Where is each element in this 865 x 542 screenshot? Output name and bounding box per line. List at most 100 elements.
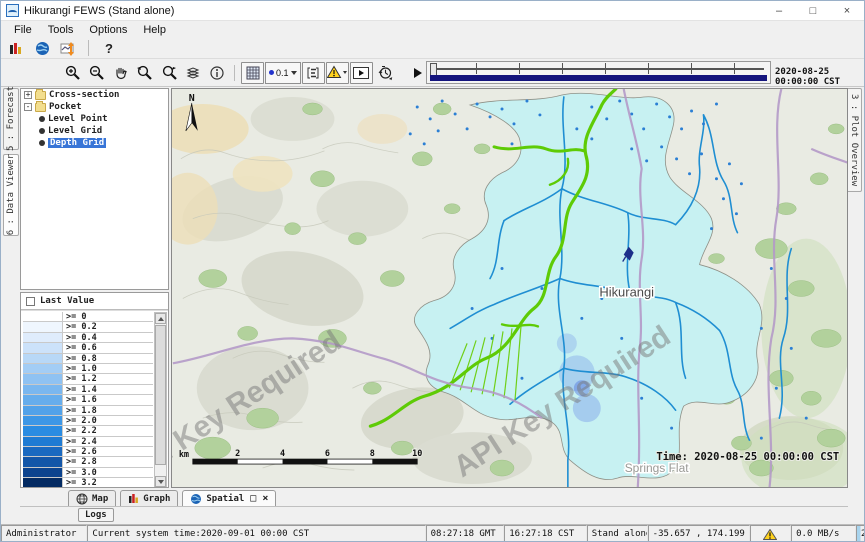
minimize-button[interactable]: –: [762, 1, 796, 20]
last-value-label: Last Value: [40, 296, 94, 306]
tab-plot-overview[interactable]: 3 : Plot Overview: [846, 88, 862, 192]
legend-row[interactable]: >= 1.6: [23, 395, 153, 405]
help-button[interactable]: ?: [98, 39, 120, 57]
tree-node-cross-section[interactable]: + Cross-section: [21, 89, 168, 101]
last-value-checkbox[interactable]: [26, 297, 35, 306]
legend-row[interactable]: >= 1.2: [23, 374, 153, 384]
svg-text:8: 8: [370, 448, 375, 458]
time-slider[interactable]: [426, 61, 771, 84]
tree-node-level-point[interactable]: Level Point: [21, 113, 168, 125]
menu-item[interactable]: Help: [136, 23, 173, 37]
maximize-button[interactable]: □: [796, 1, 830, 20]
legend-row[interactable]: >= 1.0: [23, 364, 153, 374]
time-availability-bar: [430, 75, 767, 81]
tab-graph[interactable]: Graph: [120, 490, 178, 506]
animation-settings-icon[interactable]: [374, 62, 397, 84]
tree-node-depth-grid[interactable]: Depth Grid: [21, 137, 168, 149]
toolbar-separator: [88, 40, 89, 56]
chevron-down-icon: [291, 71, 297, 75]
legend-color-swatch: [23, 322, 63, 331]
contour-interval-dropdown[interactable]: 0.1: [265, 62, 301, 84]
tab-logs[interactable]: Logs: [78, 508, 114, 522]
timeseries-display-icon[interactable]: [57, 39, 79, 57]
legend-color-scale: >= 0 >= 0.2 >= 0.4 >= 0.6 >= 0.8 >= 1.0: [23, 312, 153, 488]
tree-node-level-grid[interactable]: Level Grid: [21, 125, 168, 137]
tree-node-label[interactable]: Cross-section: [49, 90, 119, 100]
bar-chart-icon: [128, 493, 139, 504]
window-title: Hikurangi FEWS (Stand alone): [24, 5, 174, 17]
zoom-next-icon[interactable]: [157, 62, 180, 84]
tree-node-label-selected[interactable]: Depth Grid: [48, 138, 106, 148]
tab-data-viewer[interactable]: 6 : Data Viewer: [3, 154, 19, 236]
app-logo-icon: [6, 4, 19, 17]
labels-toggle-button[interactable]: [302, 62, 325, 84]
layers-icon[interactable]: [181, 62, 204, 84]
legend-row[interactable]: >= 2.2: [23, 426, 153, 436]
legend-row[interactable]: >= 2.6: [23, 447, 153, 457]
pan-hand-icon[interactable]: [109, 62, 132, 84]
svg-text:4: 4: [280, 448, 285, 458]
legend-threshold-label: >= 1.0: [63, 364, 153, 373]
legend-body: >= 0 >= 0.2 >= 0.4 >= 0.6 >= 0.8 >= 1.0: [21, 310, 168, 488]
legend-threshold-label: >= 2.4: [63, 437, 153, 446]
legend-row[interactable]: >= 0.8: [23, 354, 153, 364]
thresholds-warning-dropdown[interactable]: [326, 62, 349, 84]
status-local-time: 16:27:18 CST: [504, 525, 587, 542]
legend-row[interactable]: >= 0: [23, 312, 153, 322]
legend-color-swatch: [23, 333, 63, 342]
grid-display-button[interactable]: [241, 62, 264, 84]
expand-icon[interactable]: +: [24, 91, 32, 99]
zoom-previous-icon[interactable]: [133, 62, 156, 84]
tree-node-pocket[interactable]: - Pocket: [21, 101, 168, 113]
bullet-icon: [39, 128, 45, 134]
legend-row[interactable]: >= 2.0: [23, 416, 153, 426]
legend-threshold-label: >= 3.0: [63, 468, 153, 477]
status-warning-cell[interactable]: [750, 525, 791, 542]
globe-icon: [190, 493, 202, 505]
info-icon[interactable]: [205, 62, 228, 84]
legend-threshold-label: >= 0.2: [63, 322, 153, 331]
interval-value: 0.1: [276, 68, 289, 78]
tab-close-icon[interactable]: ×: [262, 493, 268, 504]
tab-spatial[interactable]: Spatial □ ×: [182, 490, 276, 506]
map-time-label: Time: 2020-08-25 00:00:00 CST: [656, 451, 839, 463]
zoom-out-icon[interactable]: [85, 62, 108, 84]
legend-scrollbar[interactable]: [154, 312, 167, 488]
legend-row[interactable]: >= 0.6: [23, 343, 153, 353]
menu-item[interactable]: File: [7, 23, 39, 37]
collapse-icon[interactable]: -: [24, 103, 32, 111]
current-time-label: 2020-08-25 00:00:00 CST: [775, 67, 864, 87]
wireframe-globe-icon: [76, 493, 88, 505]
tree-node-label[interactable]: Level Grid: [48, 126, 102, 136]
tree-node-label[interactable]: Pocket: [49, 102, 82, 112]
scrollbar-thumb[interactable]: [155, 325, 166, 465]
spatial-map[interactable]: API Key Required API Key Required Hikura…: [171, 88, 848, 488]
bullet-icon: [39, 140, 45, 146]
display-tabs: Map Graph Spatial □ ×: [20, 490, 848, 507]
legend-row[interactable]: >= 2.4: [23, 437, 153, 447]
legend-row[interactable]: >= 0.2: [23, 322, 153, 332]
legend-row[interactable]: >= 3.2: [23, 478, 153, 488]
menu-item[interactable]: Options: [82, 23, 134, 37]
map-display-icon[interactable]: [31, 39, 53, 57]
legend-row[interactable]: >= 0.4: [23, 333, 153, 343]
scroll-up-icon[interactable]: [155, 313, 166, 324]
legend-threshold-label: >= 1.8: [63, 406, 153, 415]
area-label: Springs Flat: [625, 461, 690, 475]
tree-node-label[interactable]: Level Point: [48, 114, 108, 124]
map-canvas[interactable]: API Key Required API Key Required Hikura…: [172, 89, 848, 488]
tab-map[interactable]: Map: [68, 490, 116, 506]
legend-row[interactable]: >= 1.8: [23, 406, 153, 416]
legend-color-swatch: [23, 426, 63, 435]
legend-row[interactable]: >= 3.0: [23, 468, 153, 478]
animation-player-button[interactable]: [350, 62, 373, 84]
scroll-down-icon[interactable]: [155, 476, 166, 487]
tab-forecast[interactable]: 5 : Forecast: [3, 88, 19, 150]
tab-maximize-icon[interactable]: □: [250, 493, 256, 504]
zoom-in-icon[interactable]: [61, 62, 84, 84]
menu-item[interactable]: Tools: [41, 23, 81, 37]
close-button[interactable]: ×: [830, 1, 864, 20]
database-icon[interactable]: [5, 39, 27, 57]
legend-row[interactable]: >= 1.4: [23, 385, 153, 395]
legend-row[interactable]: >= 2.8: [23, 457, 153, 467]
